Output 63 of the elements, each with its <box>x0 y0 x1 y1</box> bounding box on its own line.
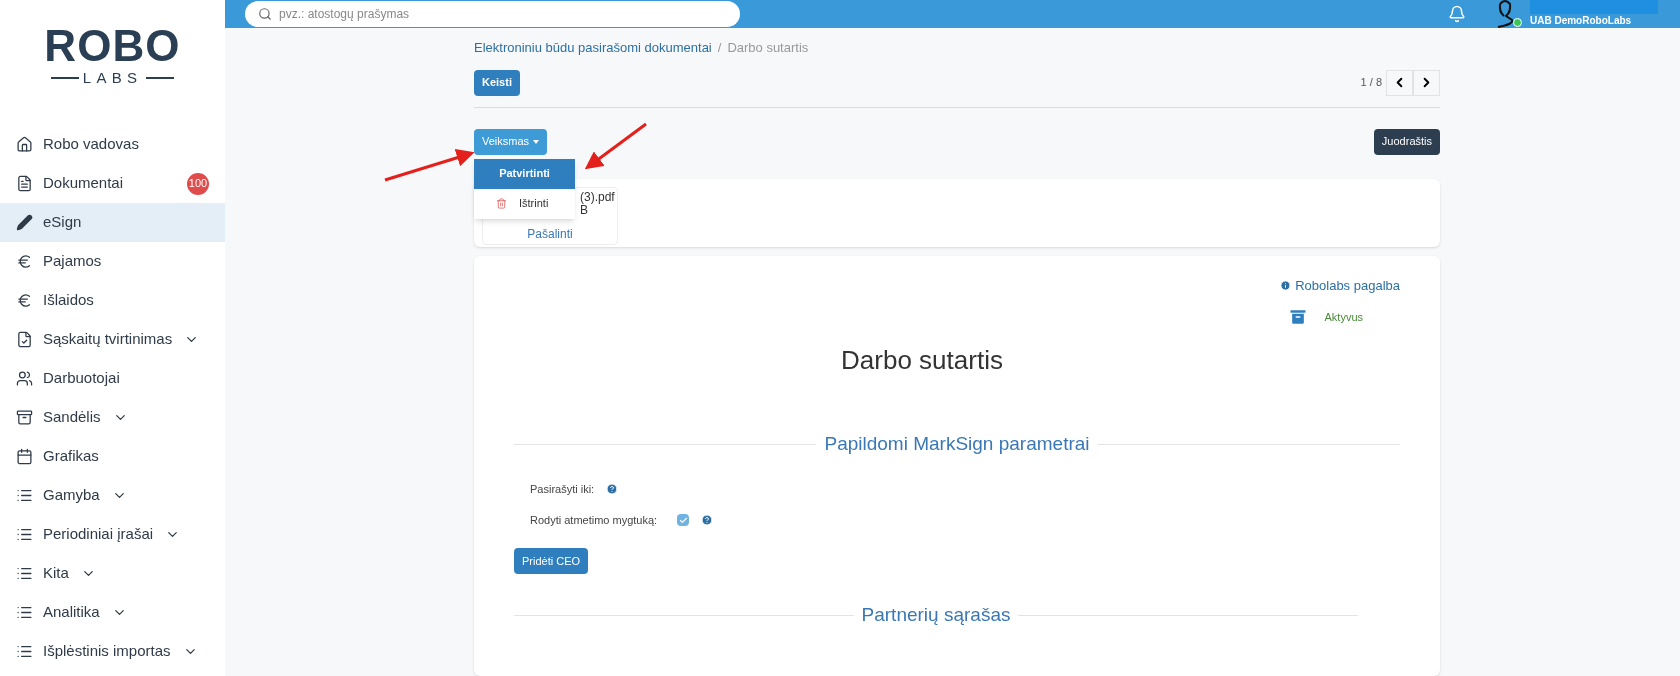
help-icon[interactable] <box>701 514 714 527</box>
sidebar-item[interactable]: Robo vadovas <box>0 125 225 164</box>
sidebar-item[interactable]: Sandėlis <box>0 398 225 437</box>
trash-icon <box>496 198 507 209</box>
search-icon <box>258 7 272 21</box>
logo-subtitle: LABS <box>82 70 143 85</box>
field-label: Pasirašyti iki: <box>530 481 595 497</box>
sidebar-item[interactable]: Kita <box>0 554 225 593</box>
breadcrumb-separator: / <box>717 39 722 57</box>
breadcrumb-link[interactable]: Elektroniniu būdu pasirašomi dokumentai <box>474 38 712 58</box>
status-button[interactable]: Juodraštis <box>1373 128 1440 155</box>
file-name: (3).pdf <box>580 189 615 204</box>
status-label: Aktyvus <box>1324 309 1363 325</box>
next-button[interactable] <box>1413 69 1440 96</box>
sidebar-item[interactable]: Dokumentai 100 <box>0 164 225 203</box>
help-link[interactable]: Robolabs pagalba <box>1280 275 1400 295</box>
sidebar-item[interactable]: Pajamos <box>0 242 225 281</box>
sidebar-item[interactable]: Darbuotojai <box>0 359 225 398</box>
help-icon[interactable] <box>606 482 619 495</box>
sidebar-item[interactable]: Išplėstinis importas <box>0 632 225 671</box>
count-badge: 100 <box>187 172 209 195</box>
euro-icon <box>16 292 33 309</box>
list-icon <box>16 643 33 660</box>
archive-icon <box>16 409 33 426</box>
archive-icon <box>1288 307 1309 327</box>
section-heading: Partnerių sąrašas <box>861 602 1011 627</box>
search-field[interactable]: pvz.: atostogų prašymas <box>245 1 740 27</box>
file-check-icon <box>16 331 33 348</box>
pager-text: 1 / 8 <box>1360 75 1382 91</box>
sidebar-item[interactable]: Sąskaitų tvirtinimas <box>0 320 225 359</box>
sidebar-item[interactable]: Periodiniai įrašai <box>0 515 225 554</box>
menu-item[interactable]: Ištrinti <box>474 188 575 219</box>
logo-wordmark: ROBO <box>44 24 181 68</box>
list-icon <box>16 565 33 582</box>
breadcrumb-current: Darbo sutartis <box>727 39 809 57</box>
list-icon <box>16 487 33 504</box>
list-icon <box>16 604 33 621</box>
sidebar-item[interactable]: eSign <box>0 203 225 242</box>
sidebar-item[interactable]: Grafikas <box>0 437 225 476</box>
document-icon <box>16 175 33 192</box>
previous-button[interactable] <box>1386 69 1413 96</box>
home-icon <box>16 136 33 153</box>
section-heading: Papildomi MarkSign parametrai <box>824 432 1090 456</box>
add-ceo-button[interactable]: Pridėti CEO <box>514 547 589 574</box>
field-label: Rodyti atmetimo mygtuką: <box>530 513 658 528</box>
document-title: Darbo sutartis <box>840 344 1004 377</box>
file-size: B <box>580 203 588 217</box>
edit-button[interactable]: Keisti <box>474 69 520 96</box>
menu-item[interactable]: Patvirtinti <box>474 158 575 189</box>
bell-icon[interactable] <box>1448 5 1466 23</box>
sidebar-item[interactable]: Gamyba <box>0 476 225 515</box>
info-icon <box>1280 279 1292 291</box>
checkbox[interactable] <box>677 514 690 527</box>
pointer-arrow <box>584 122 647 170</box>
list-icon <box>16 526 33 543</box>
euro-icon <box>16 253 33 270</box>
caret-icon <box>533 139 540 144</box>
sidebar-item[interactable]: Išlaidos <box>0 281 225 320</box>
users-icon <box>16 370 33 387</box>
calendar-icon <box>16 448 33 465</box>
pen-icon <box>16 214 33 231</box>
sidebar-item[interactable]: Analitika <box>0 593 225 632</box>
remove-link[interactable]: Pašalinti <box>527 225 573 242</box>
